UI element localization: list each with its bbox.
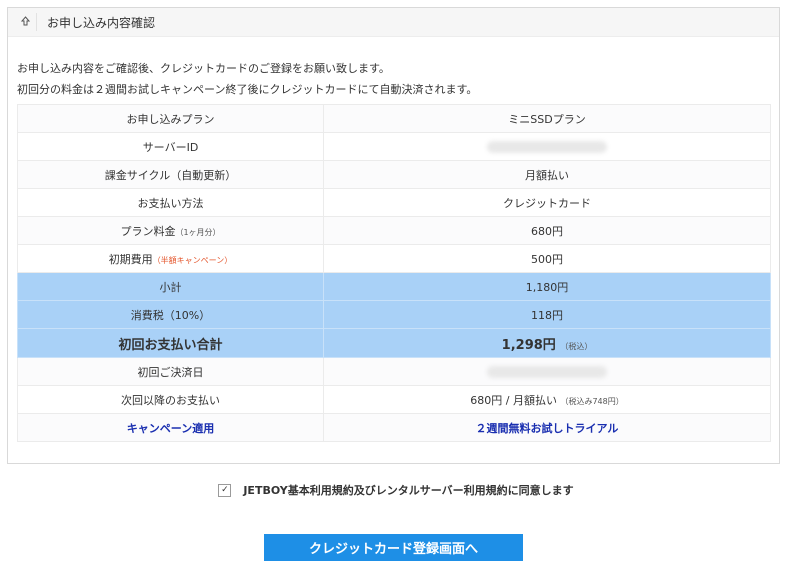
- next-payment-label: 次回以降のお支払い: [17, 385, 324, 414]
- first-payment-date-value: [323, 357, 771, 386]
- next-payment-value: 680円 / 月額払い: [470, 393, 557, 407]
- next-payment-value-cell: 680円 / 月額払い （税込み748円）: [323, 385, 771, 414]
- table-row: キャンペーン適用 ２週間無料お試しトライアル: [17, 413, 771, 442]
- first-payment-date-label: 初回ご決済日: [17, 357, 324, 386]
- table-row: プラン料金（1ヶ月分） 680円: [17, 216, 771, 245]
- redacted-server-id: [487, 141, 607, 153]
- confirmation-table: お申し込みプラン ミニSSDプラン サーバーID 課金サイクル（自動更新） 月額…: [17, 104, 771, 442]
- intro-text: お申し込み内容をご確認後、クレジットカードのご登録をお願い致します。 初回分の料…: [17, 58, 477, 100]
- plan-value: ミニSSDプラン: [323, 104, 771, 133]
- table-row: 初回お支払い合計 1,298円 （税込）: [17, 328, 771, 358]
- initial-fee-label: 初期費用: [108, 252, 153, 266]
- initial-fee-label-cell: 初期費用（半額キャンペーン）: [17, 244, 324, 273]
- plan-label: お申し込みプラン: [17, 104, 324, 133]
- table-row: 課金サイクル（自動更新） 月額払い: [17, 160, 771, 189]
- table-row: 初期費用（半額キャンペーン） 500円: [17, 244, 771, 273]
- total-tax-note: （税込）: [560, 341, 593, 351]
- campaign-value: ２週間無料お試しトライアル: [475, 421, 619, 435]
- confirmation-panel: お申し込み内容確認 お申し込み内容をご確認後、クレジットカードのご登録をお願い致…: [7, 7, 780, 464]
- server-id-value: [323, 132, 771, 161]
- campaign-value-cell: ２週間無料お試しトライアル: [323, 413, 771, 442]
- total-value-cell: 1,298円 （税込）: [323, 328, 771, 358]
- plan-fee-value: 680円: [323, 216, 771, 245]
- arrow-up-icon: [14, 15, 36, 29]
- panel-header: お申し込み内容確認: [8, 8, 779, 37]
- subtotal-label: 小計: [17, 272, 324, 301]
- campaign-label: キャンペーン適用: [126, 421, 215, 435]
- table-row: 小計 1,180円: [17, 272, 771, 301]
- total-label: 初回お支払い合計: [17, 328, 324, 358]
- table-row: 次回以降のお支払い 680円 / 月額払い （税込み748円）: [17, 385, 771, 414]
- initial-fee-campaign-note: （半額キャンペーン）: [152, 255, 233, 265]
- table-row: 消費税（10%） 118円: [17, 300, 771, 329]
- terms-agreement-label[interactable]: JETBOY基本利用規約及びレンタルサーバー利用規約に同意します: [243, 484, 573, 497]
- plan-fee-label-cell: プラン料金（1ヶ月分）: [17, 216, 324, 245]
- terms-checkbox[interactable]: ✓: [218, 483, 232, 497]
- payment-method-label: お支払い方法: [17, 188, 324, 217]
- table-row: サーバーID: [17, 132, 771, 161]
- billing-cycle-label: 課金サイクル（自動更新）: [17, 160, 324, 189]
- plan-fee-note: （1ヶ月分）: [175, 227, 221, 237]
- tax-label: 消費税（10%）: [17, 300, 324, 329]
- page-title: お申し込み内容確認: [47, 15, 156, 30]
- credit-card-registration-button[interactable]: クレジットカード登録画面へ: [264, 534, 523, 561]
- header-divider: [36, 13, 37, 31]
- table-row: 初回ご決済日: [17, 357, 771, 386]
- tax-value: 118円: [323, 300, 771, 329]
- billing-cycle-value: 月額払い: [323, 160, 771, 189]
- intro-line-1: お申し込み内容をご確認後、クレジットカードのご登録をお願い致します。: [17, 62, 390, 75]
- redacted-payment-date: [487, 366, 607, 378]
- initial-fee-value: 500円: [323, 244, 771, 273]
- campaign-label-cell: キャンペーン適用: [17, 413, 324, 442]
- terms-agreement: ✓ JETBOY基本利用規約及びレンタルサーバー利用規約に同意します: [0, 482, 792, 498]
- total-value: 1,298円: [501, 337, 556, 353]
- intro-line-2: 初回分の料金は２週間お試しキャンペーン終了後にクレジットカードにて自動決済されま…: [17, 83, 478, 96]
- server-id-label: サーバーID: [17, 132, 324, 161]
- next-payment-tax-note: （税込み748円）: [560, 396, 624, 406]
- payment-method-value: クレジットカード: [323, 188, 771, 217]
- plan-fee-label: プラン料金: [120, 224, 176, 238]
- table-row: お支払い方法 クレジットカード: [17, 188, 771, 217]
- table-row: お申し込みプラン ミニSSDプラン: [17, 104, 771, 133]
- subtotal-value: 1,180円: [323, 272, 771, 301]
